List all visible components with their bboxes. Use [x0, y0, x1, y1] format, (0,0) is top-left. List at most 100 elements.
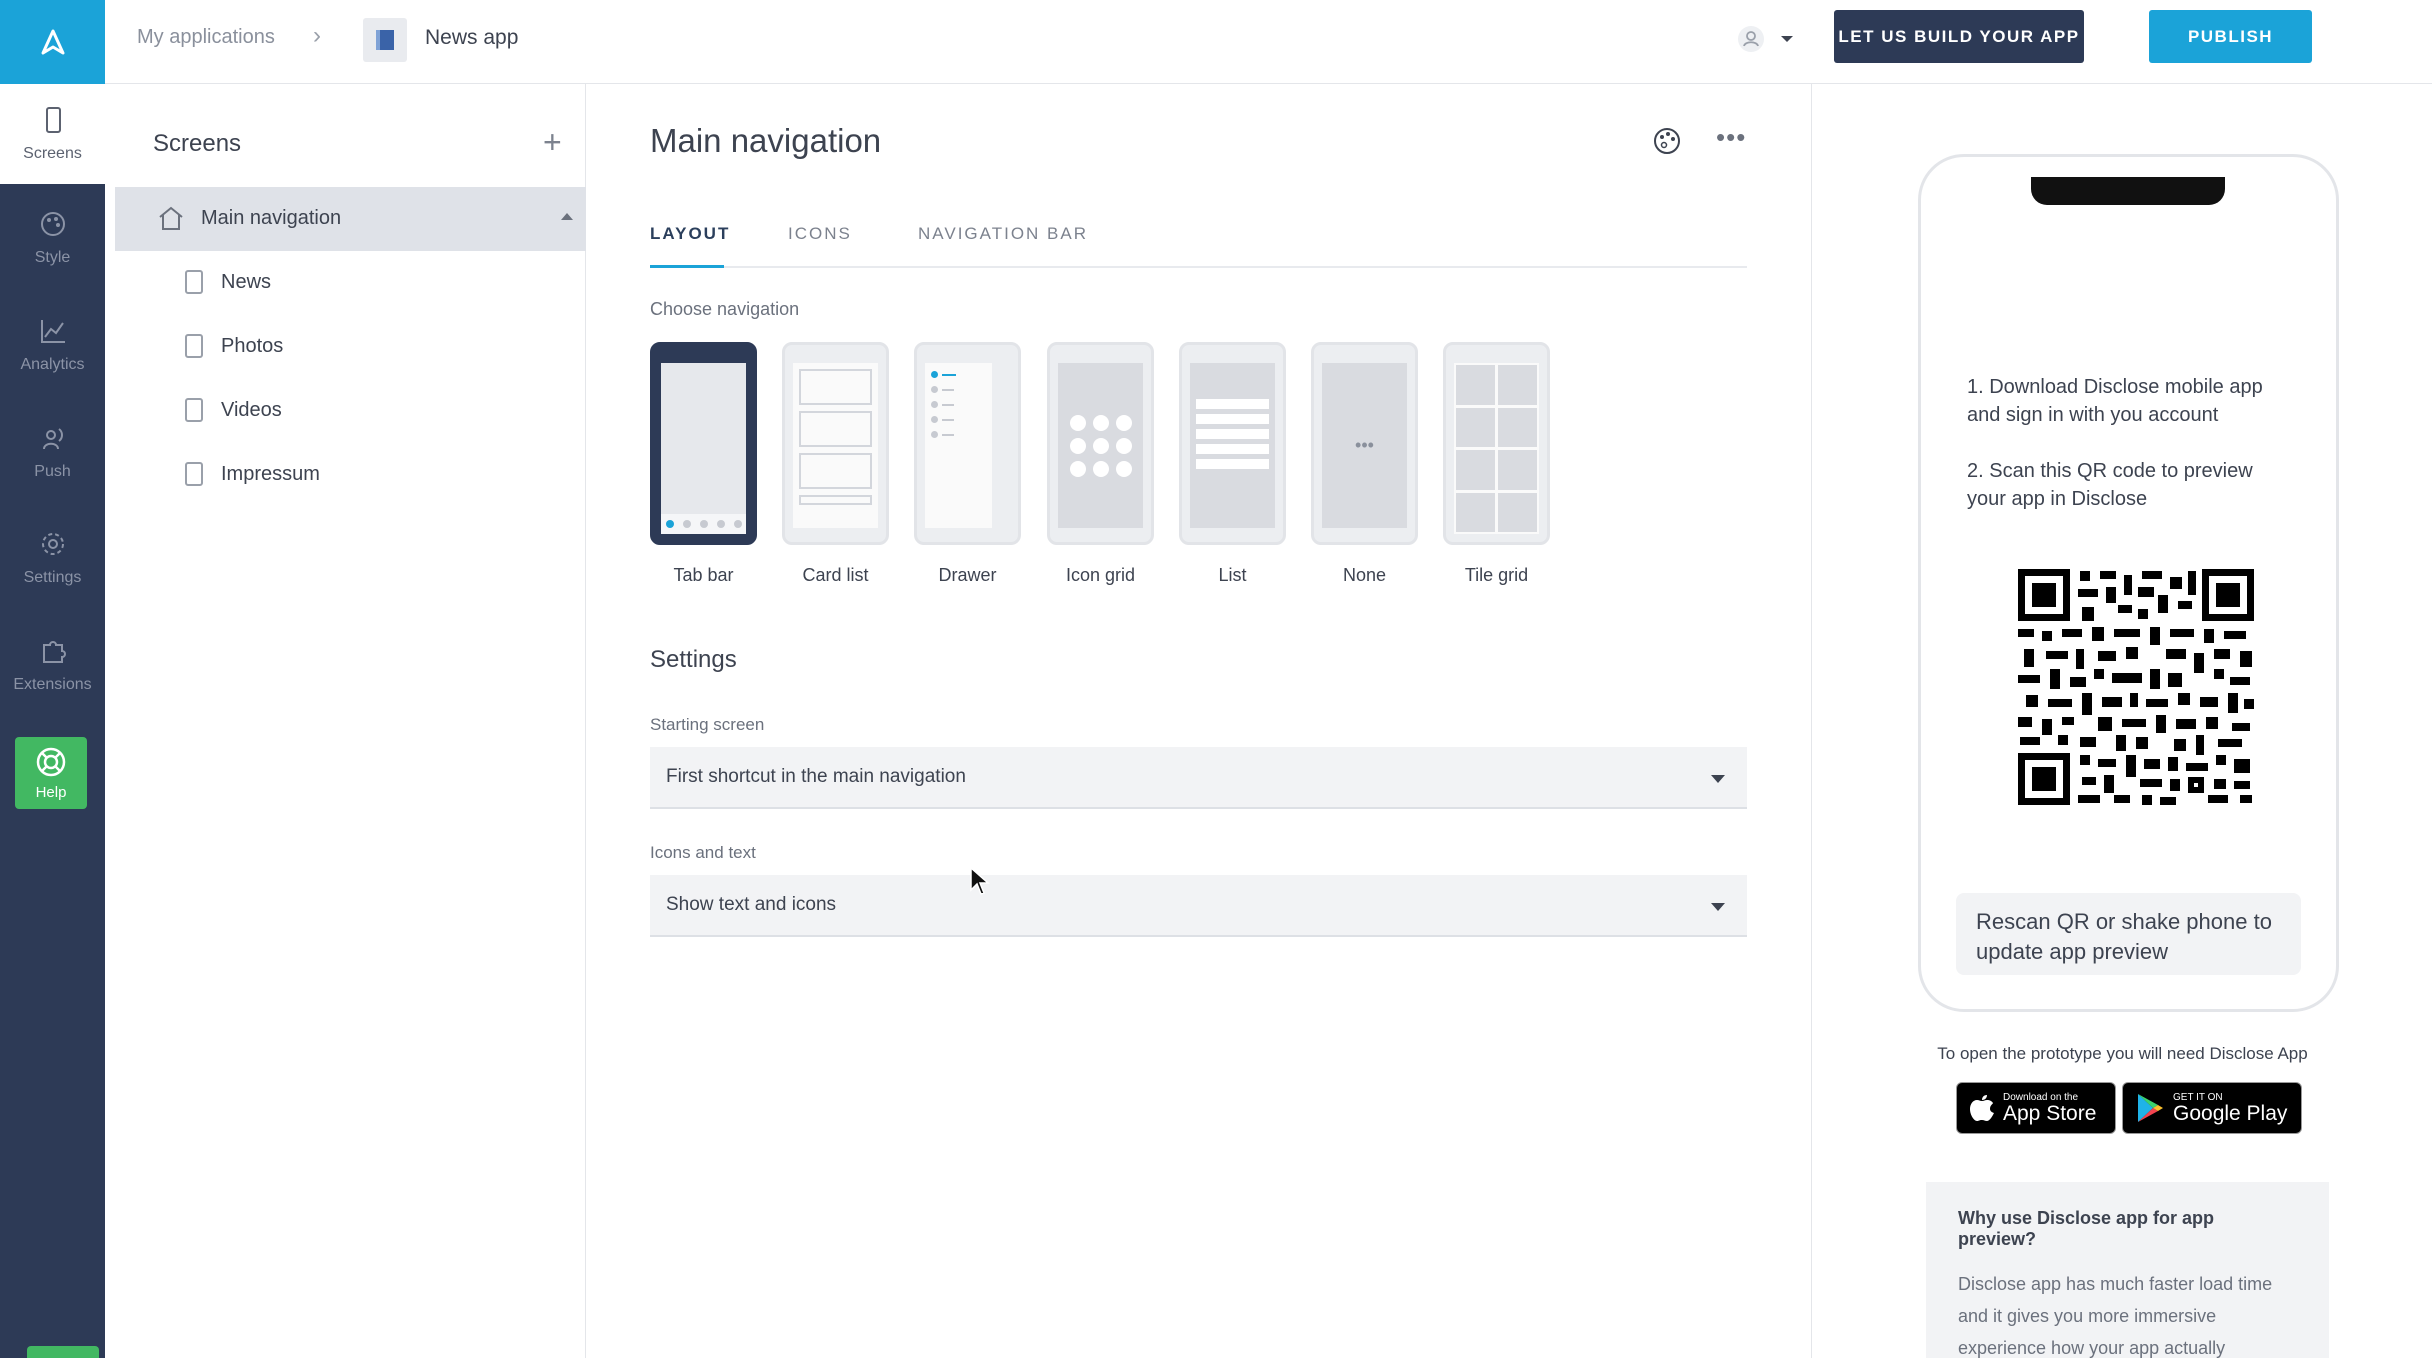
broadcast-icon	[42, 428, 63, 450]
breadcrumb-my-applications[interactable]: My applications	[137, 26, 275, 49]
rail-item-label: Screens	[23, 145, 82, 162]
dropdown-arrow-icon	[1711, 903, 1725, 911]
caret-up-icon[interactable]	[561, 213, 573, 220]
mouse-cursor-icon	[970, 866, 990, 895]
chart-icon	[40, 320, 65, 343]
icons-text-value: Show text and icons	[666, 894, 837, 915]
tree-item-label: Impressum	[221, 462, 320, 485]
home-icon	[159, 206, 183, 230]
lifebuoy-icon	[36, 747, 66, 776]
user-icon	[1738, 26, 1764, 52]
puzzle-icon	[42, 641, 66, 663]
chevron-right-icon: ›	[313, 22, 321, 49]
nav-option-list[interactable]: List	[1179, 342, 1286, 586]
account-menu[interactable]	[1736, 24, 1794, 54]
tile-grid-preview	[1443, 342, 1550, 545]
tab-bar-preview	[650, 342, 757, 545]
nav-option-tab-bar[interactable]: Tab bar	[650, 342, 757, 586]
tree-item-main-navigation[interactable]: Main navigation	[115, 187, 586, 251]
list-preview	[1179, 342, 1286, 545]
screens-title: Screens	[153, 130, 242, 157]
tab-navigation-bar[interactable]: NAVIGATION BAR	[918, 224, 1088, 268]
caret-down-icon	[1781, 36, 1793, 42]
none-preview: •••	[1311, 342, 1418, 545]
starting-screen-value: First shortcut in the main navigation	[666, 766, 966, 787]
app-thumbnail	[363, 18, 407, 62]
nav-option-icon-grid[interactable]: Icon grid	[1047, 342, 1154, 586]
instruction-step-1: 1. Download Disclose mobile app and sign…	[1967, 376, 2263, 426]
why-title: Why use Disclose app for app preview?	[1958, 1208, 2215, 1249]
icon-grid-preview	[1047, 342, 1154, 545]
nav-option-drawer[interactable]: Drawer	[914, 342, 1021, 586]
nav-option-none[interactable]: ••• None	[1311, 342, 1418, 586]
rail-item-label: Push	[34, 463, 71, 480]
nav-option-card-list[interactable]: Card list	[782, 342, 889, 586]
google-play-icon	[2138, 1094, 2163, 1122]
nav-option-label: Tile grid	[1464, 565, 1529, 585]
nav-option-label: Icon grid	[1065, 565, 1136, 585]
page-icon	[185, 462, 203, 486]
nav-option-label: None	[1342, 565, 1387, 585]
rail-item-analytics[interactable]: Analytics	[0, 295, 105, 395]
nav-option-label: Card list	[802, 565, 869, 585]
why-disclose-box: Why use Disclose app for app preview? Di…	[1926, 1182, 2329, 1358]
rescan-hint: Rescan QR or shake phone to update app p…	[1956, 893, 2301, 975]
page-title: Main navigation	[650, 122, 882, 159]
logo-button[interactable]	[0, 0, 105, 84]
dropdown-arrow-icon	[1711, 775, 1725, 783]
tab-icons[interactable]: ICONS	[788, 224, 852, 268]
google-play-badge[interactable]: GET IT ON Google Play	[2122, 1082, 2302, 1134]
let-us-build-button[interactable]: LET US BUILD YOUR APP	[1834, 10, 2084, 63]
app-store-badge[interactable]: Download on the App Store	[1956, 1082, 2116, 1134]
tree-item-photos[interactable]: Photos	[185, 331, 283, 361]
preview-panel: 1. Download Disclose mobile app and sign…	[1811, 84, 2432, 1358]
tree-item-videos[interactable]: Videos	[185, 395, 282, 425]
rail-item-push[interactable]: Push	[0, 402, 105, 502]
app-store-big-text: App Store	[2003, 1101, 2097, 1125]
instruction-step-2: 2. Scan this QR code to preview your app…	[1967, 460, 2253, 510]
top-header: My applications › News app ? LET US BUIL…	[105, 0, 2432, 84]
breadcrumb-app-name: News app	[425, 26, 519, 49]
tab-layout[interactable]: LAYOUT	[650, 224, 728, 268]
choose-navigation-label: Choose navigation	[650, 299, 800, 319]
logo-icon	[41, 29, 64, 55]
add-screen-button[interactable]: +	[543, 124, 562, 161]
screens-panel: Screens + Main navigation News Photos Vi…	[105, 84, 586, 1358]
rail-item-label: Settings	[23, 569, 82, 586]
rail-item-screens[interactable]: Screens	[0, 84, 105, 184]
rail-item-style[interactable]: Style	[0, 188, 105, 288]
nav-option-tile-grid[interactable]: Tile grid	[1443, 342, 1550, 586]
app-store-small-text: Download on the	[2003, 1091, 2079, 1103]
nav-option-label: List	[1218, 565, 1247, 585]
palette-icon[interactable]	[1650, 124, 1684, 158]
page-icon	[185, 334, 203, 358]
rail-bottom-tab[interactable]	[27, 1346, 99, 1358]
rail-item-settings[interactable]: Settings	[0, 508, 105, 608]
rail-item-label: Analytics	[20, 356, 85, 373]
tree-item-label: News	[221, 270, 272, 293]
tree-item-label: Videos	[221, 398, 282, 421]
settings-heading: Settings	[650, 646, 737, 673]
drawer-preview	[914, 342, 1021, 545]
icons-text-select[interactable]: Show text and icons	[650, 875, 1747, 937]
publish-button[interactable]: PUBLISH	[2149, 10, 2312, 63]
page-icon	[185, 398, 203, 422]
phone-notch	[2031, 177, 2225, 205]
tree-item-news[interactable]: News	[185, 267, 271, 297]
starting-screen-label: Starting screen	[650, 715, 765, 734]
phone-icon	[45, 107, 61, 133]
starting-screen-select[interactable]: First shortcut in the main navigation	[650, 747, 1747, 809]
more-options-icon[interactable]: •••	[1716, 122, 1746, 153]
tree-item-label: Main navigation	[201, 207, 342, 229]
help-button[interactable]: Help	[15, 737, 87, 809]
rail-item-extensions[interactable]: Extensions	[0, 615, 105, 715]
help-label: Help	[35, 783, 67, 801]
main-editor: Main navigation ••• LAYOUT ICONS NAVIGAT…	[586, 84, 1811, 1358]
google-play-big-text: Google Play	[2173, 1101, 2288, 1125]
need-app-text: To open the prototype you will need Disc…	[1937, 1044, 2308, 1063]
tab-bar: LAYOUT ICONS NAVIGATION BAR	[650, 224, 1747, 268]
phone-mockup: 1. Download Disclose mobile app and sign…	[1918, 154, 2339, 1012]
tree-item-impressum[interactable]: Impressum	[185, 459, 320, 489]
icons-text-label: Icons and text	[650, 843, 756, 862]
nav-option-label: Drawer	[938, 565, 997, 585]
